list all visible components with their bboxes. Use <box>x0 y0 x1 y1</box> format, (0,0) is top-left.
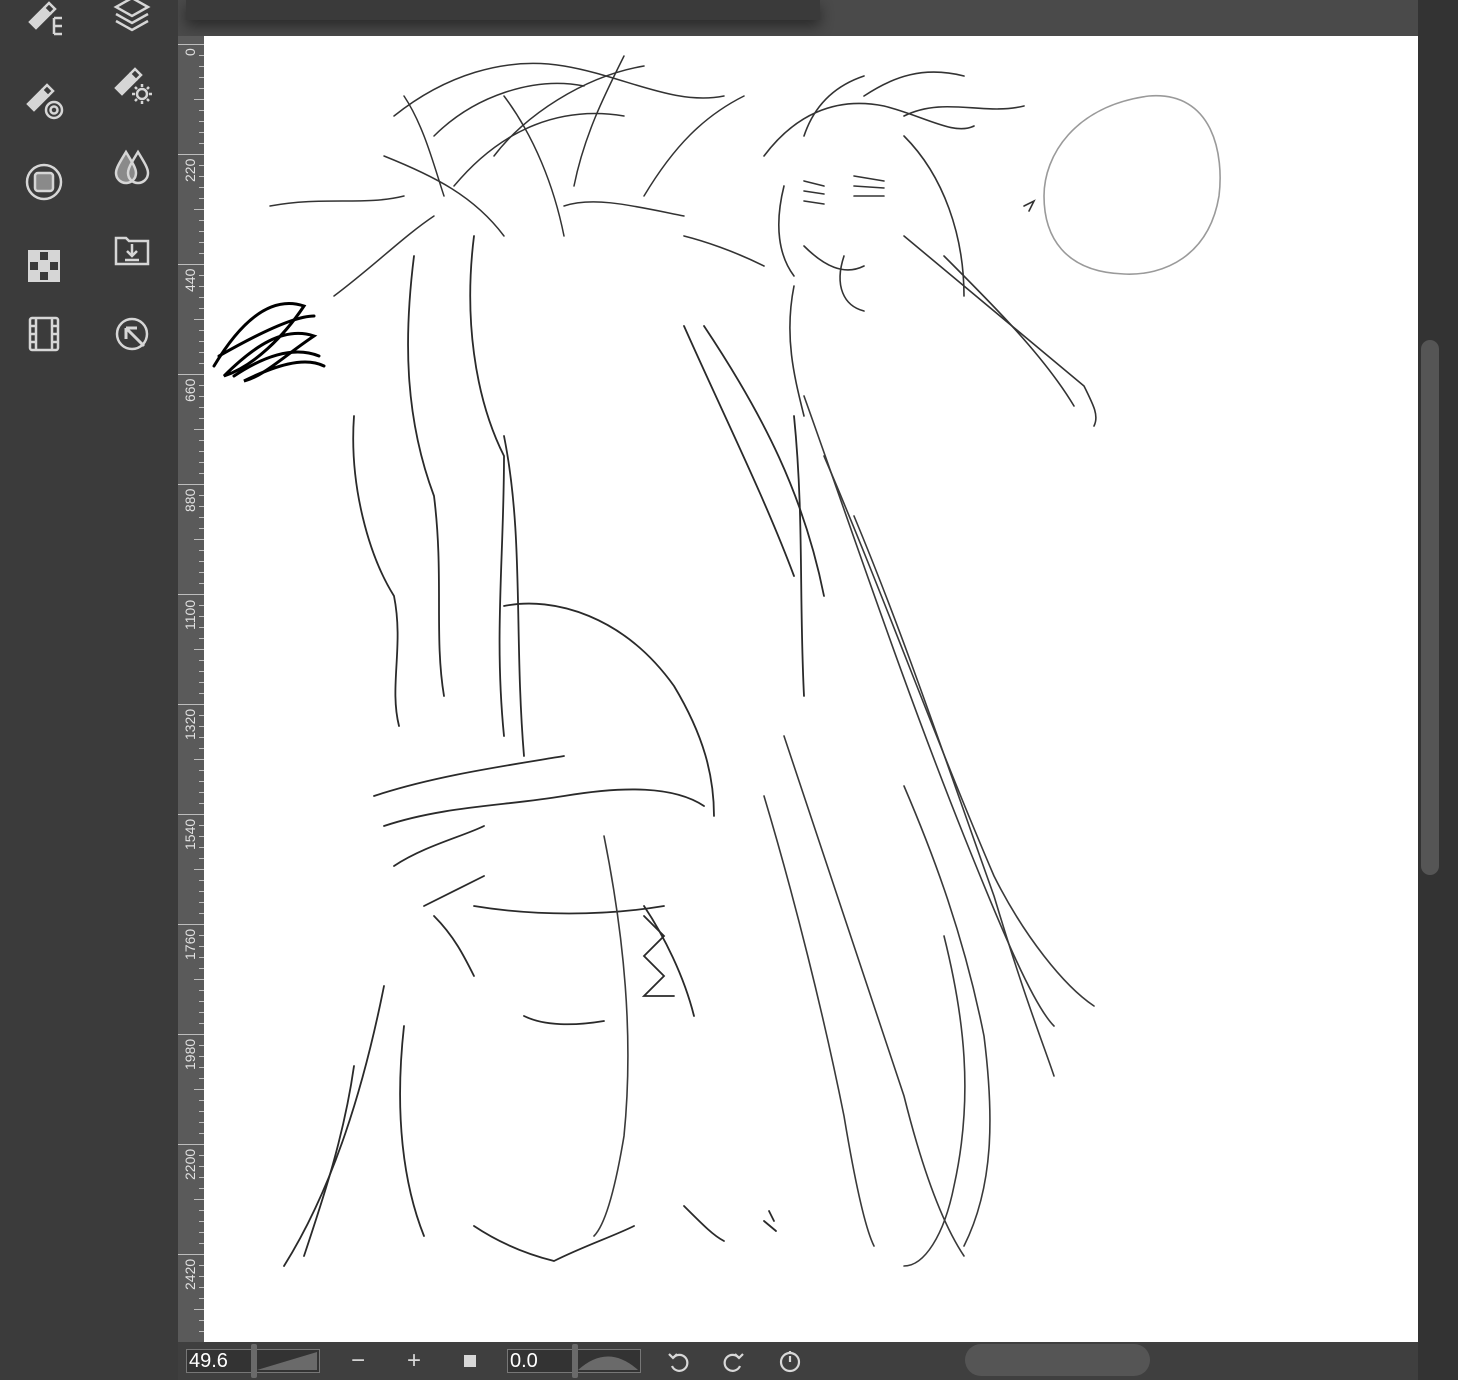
ruler-label: 1540 <box>182 818 198 850</box>
redo-icon <box>723 1353 744 1372</box>
ruler-label: 660 <box>182 378 198 402</box>
ruler-minor-tick <box>194 814 204 815</box>
ruler-minor-tick <box>194 649 204 650</box>
brush-target-icon[interactable] <box>20 78 68 126</box>
zoom-out-button[interactable]: − <box>345 1348 371 1374</box>
rotation-slider-wedge <box>578 1356 638 1370</box>
ruler-minor-tick <box>194 1089 204 1090</box>
ruler-minor-tick <box>194 44 204 45</box>
redo-button[interactable] <box>721 1348 747 1374</box>
bottom-toolbar: 49.6 − + 0.0 <box>178 1342 1418 1380</box>
ruler-minor-tick <box>194 1254 204 1255</box>
ruler-minor-tick <box>194 209 204 210</box>
undo-button[interactable] <box>665 1348 691 1374</box>
ruler-label: 440 <box>182 268 198 292</box>
ruler-minor-tick <box>194 1309 204 1310</box>
rotation-value: 0.0 <box>510 1350 538 1372</box>
zoom-value-field[interactable]: 49.6 <box>186 1344 320 1378</box>
ruler-minor-tick <box>194 1034 204 1035</box>
layers-icon[interactable] <box>108 0 156 38</box>
ruler-minor-tick <box>194 759 204 760</box>
ruler-label: 1320 <box>182 708 198 740</box>
ruler-label: 1980 <box>182 1038 198 1070</box>
cursor-target-icon[interactable] <box>108 310 156 358</box>
ruler-label: 1760 <box>182 928 198 960</box>
reset-rotation-button[interactable] <box>777 1348 803 1374</box>
ruler-minor-tick <box>194 429 204 430</box>
ruler-minor-tick <box>194 594 204 595</box>
square-icon <box>464 1355 476 1367</box>
ruler-label: 2420 <box>182 1258 198 1290</box>
zoom-in-button[interactable]: + <box>401 1348 427 1374</box>
square-circle-icon[interactable] <box>20 158 68 206</box>
rotation-slider-handle[interactable] <box>572 1344 578 1378</box>
import-download-icon[interactable] <box>108 226 156 274</box>
ruler-minor-tick <box>194 264 204 265</box>
ruler-minor-tick <box>194 539 204 540</box>
reset-rotation-icon <box>779 1351 801 1373</box>
ruler-minor-tick <box>194 319 204 320</box>
ruler-label: 2200 <box>182 1148 198 1180</box>
brush-settings-icon[interactable] <box>108 62 156 110</box>
rotation-value-field[interactable]: 0.0 <box>507 1344 641 1378</box>
drawing-canvas[interactable] <box>204 36 1418 1342</box>
ruler-minor-tick <box>194 154 204 155</box>
ruler-minor-tick <box>194 1144 204 1145</box>
tool-sidebar <box>0 0 178 1380</box>
vertical-ruler: 0 220 440 660 880 1100 1320 1540 1760 1980 2200 242… <box>178 36 204 1342</box>
ruler-label: 0 <box>182 48 198 56</box>
undo-icon <box>668 1353 689 1372</box>
film-strip-icon[interactable] <box>20 310 68 358</box>
zoom-value: 49.6 <box>189 1350 228 1372</box>
sketch-drawing <box>212 55 1221 1267</box>
horizontal-scrollbar[interactable] <box>965 1344 1150 1376</box>
zoom-slider-wedge <box>257 1352 317 1370</box>
top-panel <box>186 0 820 20</box>
ruler-minor-tick <box>194 1199 204 1200</box>
ruler-minor-tick <box>194 869 204 870</box>
vertical-scrollbar[interactable] <box>1421 340 1439 875</box>
checker-grid-icon[interactable] <box>20 242 68 290</box>
ruler-minor-tick <box>194 484 204 485</box>
ruler-minor-tick <box>194 924 204 925</box>
ruler-minor-tick <box>194 99 204 100</box>
ruler-label: 220 <box>182 158 198 182</box>
ruler-label: 1100 <box>182 599 198 630</box>
node-brush-icon[interactable] <box>20 0 68 42</box>
zoom-slider-handle[interactable] <box>251 1344 257 1378</box>
ruler-minor-tick <box>194 704 204 705</box>
ruler-label: 880 <box>182 488 198 512</box>
ruler-minor-tick <box>194 374 204 375</box>
fit-square-button[interactable] <box>457 1348 483 1374</box>
ruler-minor-tick <box>194 979 204 980</box>
drops-icon[interactable] <box>108 142 156 190</box>
